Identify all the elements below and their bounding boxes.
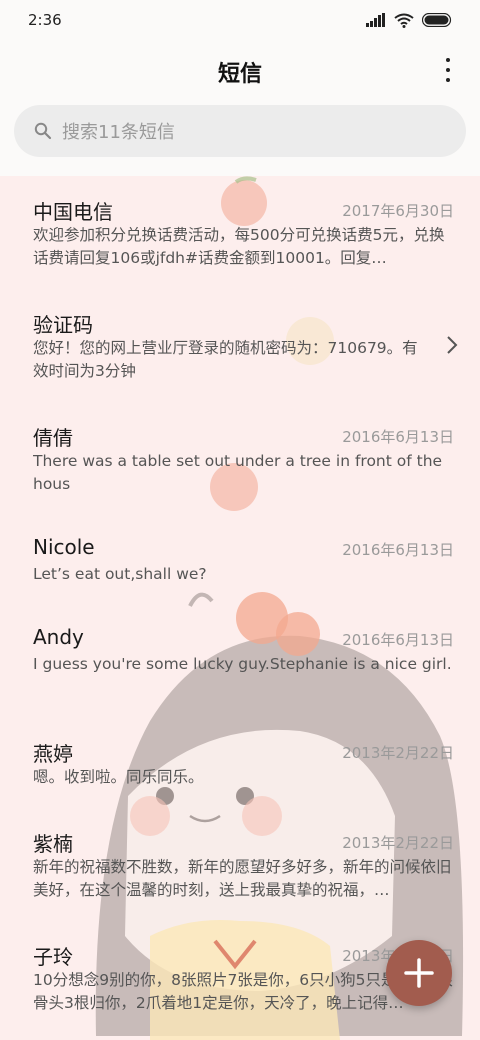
contact-name: 燕婷 [33,742,73,766]
contact-name: 验证码 [33,313,93,337]
message-preview: 您好！您的网上营业厅登录的随机密码为：710679。有效时间为3分钟 [33,339,418,380]
conversation-item[interactable]: Nicole 2016年6月13日 Let’s eat out,shall we… [0,515,480,605]
message-preview: I guess you're some lucky guy.Stephanie … [33,655,452,673]
conversation-item[interactable]: 倩倩 2016年6月13日 There was a table set out … [0,402,480,515]
search-icon [34,122,52,140]
more-dot-icon [446,68,450,72]
conversation-item[interactable]: Andy 2016年6月13日 I guess you're some luck… [0,605,480,718]
message-preview: 嗯。收到啦。同乐同乐。 [33,768,204,786]
contact-name: Nicole [33,535,95,559]
message-date: 2017年6月30日 [342,202,454,220]
contact-name: 中国电信 [33,200,113,224]
conversation-item[interactable]: 中国电信 2017年6月30日 欢迎参加积分兑换话费活动，每500分可兑换话费5… [0,176,480,289]
conversation-item[interactable]: 验证码 您好！您的网上营业厅登录的随机密码为：710679。有效时间为3分钟 [0,289,480,402]
contact-name: Andy [33,625,84,649]
message-date: 2016年6月13日 [342,428,454,446]
more-options-button[interactable] [444,58,452,82]
contact-name: 倩倩 [33,426,73,450]
plus-icon [404,958,434,988]
message-preview: 欢迎参加积分兑换话费活动，每500分可兑换话费5元，兑换话费请回复106或jfd… [33,226,445,267]
status-bar: 2:36 [0,0,480,40]
contact-name: 紫楠 [33,832,73,856]
conversation-item[interactable]: 燕婷 2013年2月22日 嗯。收到啦。同乐同乐。 [0,718,480,808]
status-icons [366,13,452,28]
message-date: 2013年2月22日 [342,834,454,852]
app-header: 短信 搜索11条短信 [0,40,480,176]
message-preview: There was a table set out under a tree i… [33,452,443,493]
conversation-item[interactable]: 紫楠 2013年2月22日 新年的祝福数不胜数，新年的愿望好多好多，新年的问候依… [0,808,480,921]
more-dot-icon [446,78,450,82]
new-message-button[interactable] [386,940,452,1006]
wifi-icon [394,13,414,28]
page-title: 短信 [217,62,262,87]
message-preview: Let’s eat out,shall we? [33,565,207,583]
message-date: 2013年2月22日 [342,744,454,762]
contact-name: 子玲 [33,945,73,969]
message-date: 2016年6月13日 [342,631,454,649]
chevron-right-icon[interactable] [446,335,458,355]
search-placeholder: 搜索11条短信 [62,122,175,143]
battery-icon [422,13,452,27]
more-dot-icon [446,58,450,62]
message-preview: 新年的祝福数不胜数，新年的愿望好多好多，新年的问候依旧美好，在这个温馨的时刻，送… [33,858,452,899]
message-date: 2016年6月13日 [342,541,454,559]
status-time: 2:36 [28,11,62,29]
signal-icon [366,13,385,27]
search-bar[interactable]: 搜索11条短信 [14,105,466,157]
